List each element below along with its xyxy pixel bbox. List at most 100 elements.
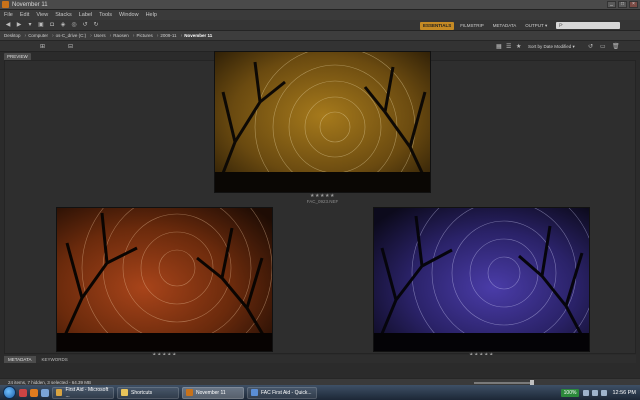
tab-preview[interactable]: PREVIEW (4, 53, 31, 60)
breadcrumb: Desktop › Computer › os-C_drive (C:) › User… (0, 31, 640, 41)
breadcrumb-drive[interactable]: os-C_drive (C:) (56, 33, 87, 38)
volume-icon[interactable] (592, 389, 599, 396)
breadcrumb-label: 2009-11 (160, 33, 177, 38)
firefox-icon[interactable] (30, 388, 38, 397)
show-desktop-icon[interactable] (41, 388, 49, 397)
chevron-right-icon: › (51, 32, 54, 39)
menu-label[interactable]: Label (79, 12, 92, 18)
tab-metadata[interactable]: METADATA (4, 356, 36, 363)
task-shortcuts[interactable]: Shortcuts (117, 386, 179, 399)
star-trail-photo (57, 208, 272, 351)
history-dropdown-icon[interactable]: ▾ (26, 22, 34, 29)
thumbnail-size-slider[interactable] (474, 382, 534, 384)
tab-keywords[interactable]: KEYWORDS (38, 356, 72, 363)
breadcrumb-label: November 11 (184, 33, 213, 38)
file-name: FAC_0923.NEF (306, 199, 339, 204)
menu-stacks[interactable]: Stacks (55, 12, 72, 18)
breadcrumb-2009-11[interactable]: 2009-11 (160, 33, 176, 38)
delete-icon[interactable]: 🗑 (612, 43, 620, 50)
breadcrumb-users[interactable]: Users (94, 33, 106, 38)
list-view-icon[interactable]: ☰ (506, 43, 511, 50)
folder-icon (121, 389, 128, 396)
task-label: FAC First Aid - Quick... (261, 389, 312, 396)
breadcrumb-label: Desktop (4, 33, 21, 38)
parent-folder-icon[interactable]: ▣ (37, 22, 45, 29)
preview-image-1[interactable] (214, 51, 431, 193)
window-controls: _ □ × (607, 1, 638, 8)
task-label: Shortcuts (131, 389, 153, 396)
window-title: November 11 (12, 1, 48, 8)
network-icon[interactable] (583, 389, 590, 396)
minimize-button[interactable]: _ (607, 1, 616, 8)
maximize-button[interactable]: □ (618, 1, 627, 8)
forward-arrow-icon[interactable]: ▶ (15, 22, 23, 29)
title-bar: November 11 _ □ × (0, 0, 640, 10)
task-november-11[interactable]: November 11 (182, 386, 244, 399)
refine-icon[interactable]: ◈ (59, 22, 67, 29)
workspace-metadata[interactable]: METADATA (490, 22, 520, 30)
star-trail-photo (374, 208, 589, 351)
chevron-right-icon: › (132, 32, 135, 39)
breadcrumb-label: os-C_drive (C:) (55, 33, 87, 38)
menu-window[interactable]: Window (119, 12, 139, 18)
task-label: First Aid - Microsoft ... (65, 386, 109, 399)
breadcrumb-user[interactable]: Raosen (113, 33, 129, 38)
chevron-right-icon: › (180, 32, 183, 39)
star-trail-photo (215, 52, 430, 192)
task-first-aid-word[interactable]: First Aid - Microsoft ... (52, 386, 114, 399)
breadcrumb-label: Pictures (136, 33, 153, 38)
task-label: November 11 (196, 389, 226, 396)
workspace-filmstrip[interactable]: FILMSTRIP (457, 22, 487, 30)
breadcrumb-pictures[interactable]: Pictures (136, 33, 152, 38)
new-folder-icon[interactable]: ▭ (600, 43, 606, 50)
document-icon (251, 389, 258, 396)
breadcrumb-label: Computer (28, 33, 48, 38)
grid-view-icon[interactable]: ▦ (496, 43, 502, 50)
menu-file[interactable]: File (4, 12, 13, 18)
bottom-panel-tabs: METADATA KEYWORDS (4, 355, 636, 363)
preview-image-2[interactable] (56, 207, 273, 352)
menu-help[interactable]: Help (146, 12, 157, 18)
filter-icon[interactable]: ⊞ (40, 43, 45, 50)
menu-tools[interactable]: Tools (99, 12, 112, 18)
chevron-right-icon: › (156, 32, 159, 39)
bridge-app-icon (186, 389, 193, 396)
start-button[interactable] (3, 386, 16, 399)
breadcrumb-label: Raosen (113, 33, 129, 38)
breadcrumb-november-11[interactable]: November 11 (184, 33, 212, 38)
clock[interactable]: 12:56 PM (612, 390, 636, 396)
battery-indicator[interactable]: 100% (560, 388, 580, 397)
breadcrumb-computer[interactable]: Computer (28, 33, 48, 38)
status-bar: 24 items, 7 hidden, 3 selected - 64.39 M… (0, 378, 640, 385)
close-button[interactable]: × (629, 1, 638, 8)
security-icon[interactable] (601, 389, 608, 396)
system-tray: 100% 12:56 PM (560, 385, 640, 400)
menu-view[interactable]: View (36, 12, 48, 18)
bridge-app-icon (2, 1, 9, 8)
taskbar: First Aid - Microsoft ... Shortcuts Nove… (0, 385, 640, 400)
open-in-camera-raw-icon[interactable]: ◎ (70, 22, 78, 29)
folder-icon (56, 389, 63, 396)
view-options-icon[interactable]: ⊟ (68, 43, 73, 50)
breadcrumb-label: Users (93, 33, 106, 38)
task-fac-first-aid[interactable]: FAC First Aid - Quick... (247, 386, 317, 399)
menu-bar: File Edit View Stacks Label Tools Window… (0, 10, 640, 20)
back-arrow-icon[interactable]: ◀ (4, 22, 12, 29)
chevron-right-icon: › (109, 32, 112, 39)
quicklaunch-icon[interactable] (19, 388, 27, 397)
chevron-right-icon: › (90, 32, 92, 39)
chevron-right-icon: › (24, 32, 27, 39)
workspace-switcher: ESSENTIALS FILMSTRIP METADATA OUTPUT ▾ (420, 21, 553, 30)
rotate-right-icon[interactable]: ↻ (92, 22, 100, 29)
search-input[interactable]: ρ· (556, 22, 620, 29)
sort-dropdown[interactable]: Sort by Date Modified ▾ (528, 44, 575, 50)
breadcrumb-desktop[interactable]: Desktop (4, 33, 21, 38)
camera-download-icon[interactable]: ◘ (48, 22, 56, 29)
star-filter-icon[interactable]: ★ (516, 43, 521, 50)
menu-edit[interactable]: Edit (20, 12, 29, 18)
rotate-left-icon[interactable]: ↺ (81, 22, 89, 29)
workspace-output[interactable]: OUTPUT ▾ (522, 22, 550, 30)
preview-image-3[interactable] (373, 207, 590, 352)
workspace-essentials[interactable]: ESSENTIALS (420, 21, 455, 30)
rotate-icon[interactable]: ↺ (588, 43, 593, 50)
